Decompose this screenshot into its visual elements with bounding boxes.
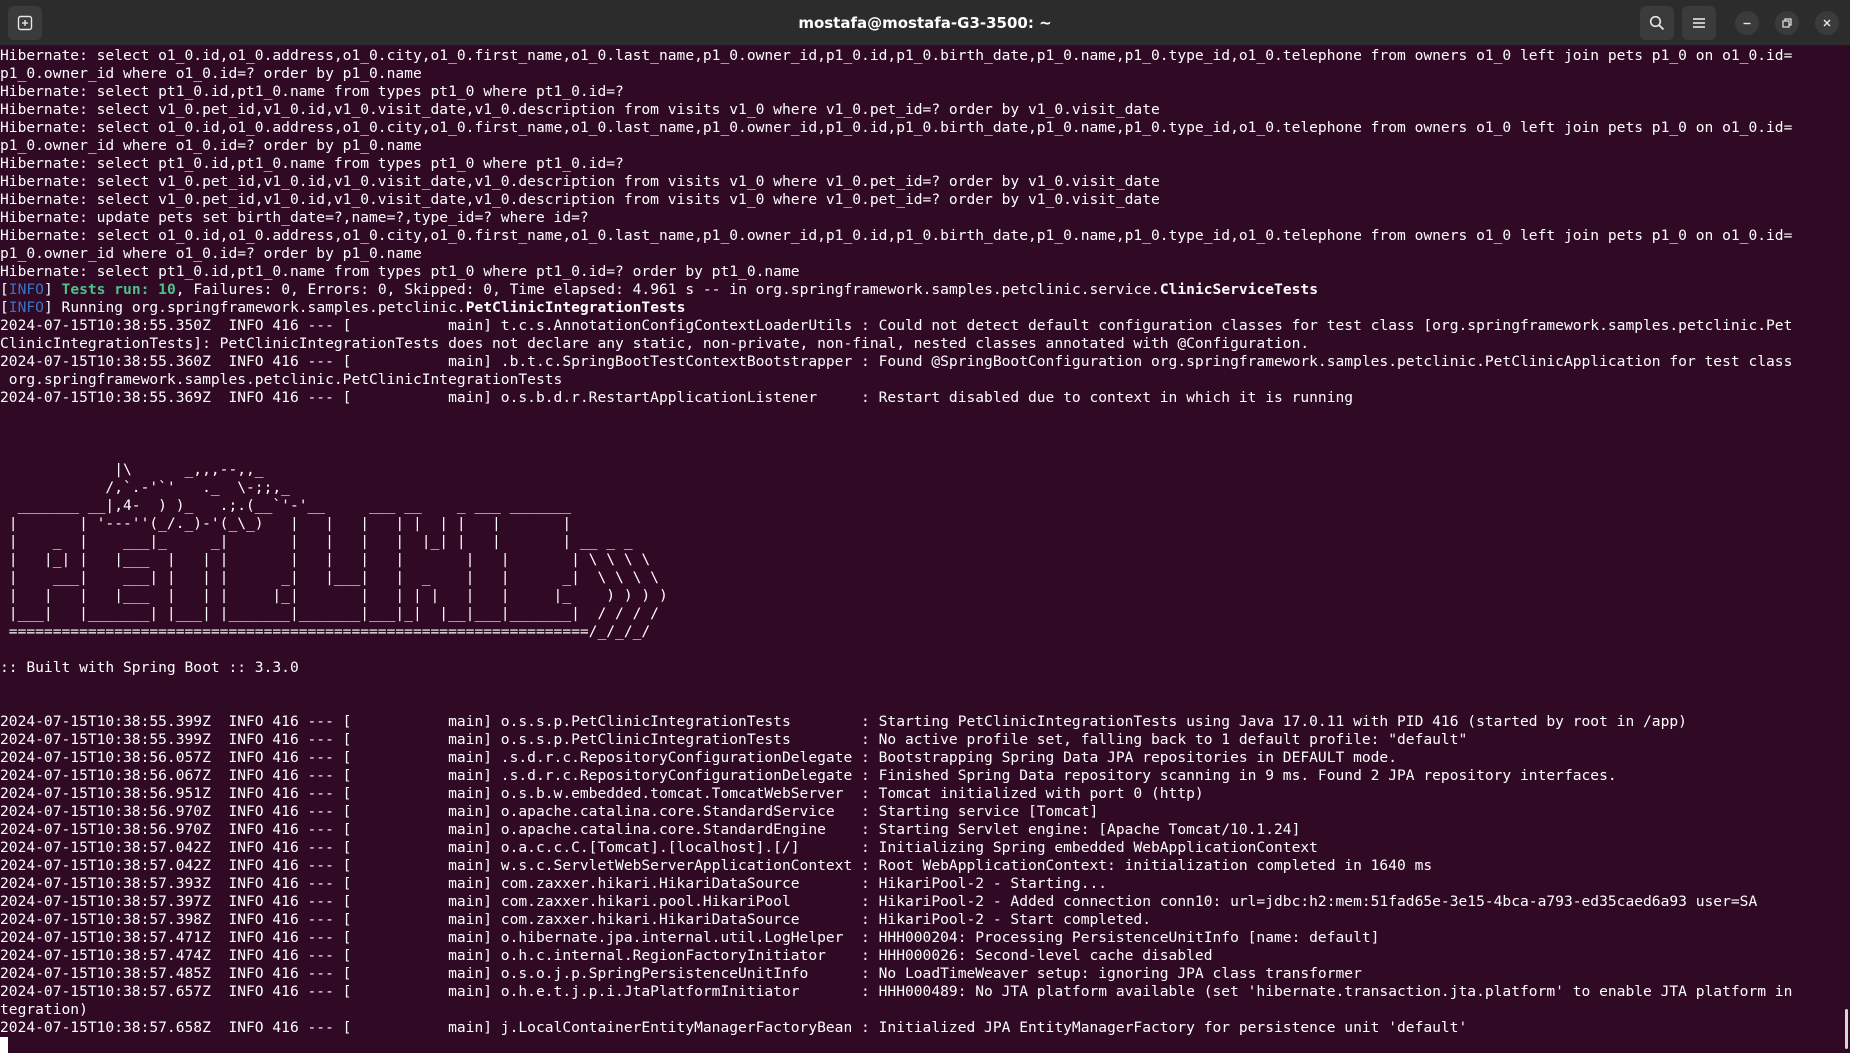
info-tag: INFO <box>8 281 44 298</box>
log-line: 2024-07-15T10:38:57.658Z INFO 416 --- [ … <box>0 1019 1468 1036</box>
log-line: p1_0.owner_id where o1_0.id=? order by p… <box>0 137 422 154</box>
log-line: Hibernate: select v1_0.pet_id,v1_0.id,v1… <box>0 101 1160 118</box>
banner-line: | |_| | |___ | | | | | | | | | | \ \ \ \ <box>0 551 651 568</box>
bracket: ] <box>43 281 62 298</box>
banner-line <box>0 677 1850 695</box>
log-line: 2024-07-15T10:38:57.657Z INFO 416 --- [ … <box>0 983 1793 1000</box>
log-line: Hibernate: select pt1_0.id,pt1_0.name fr… <box>0 263 800 280</box>
minimize-icon <box>1743 22 1751 25</box>
minimize-button[interactable] <box>1735 11 1759 35</box>
log-line: tegration) <box>0 1001 88 1018</box>
log-line: 2024-07-15T10:38:55.350Z INFO 416 --- [ … <box>0 317 1793 334</box>
tests-result-line: [INFO] Tests run: 10, Failures: 0, Error… <box>0 281 1850 299</box>
test-class-name: PetClinicIntegrationTests <box>465 299 686 316</box>
banner-line: | | '---''(_/._)-'(_\_) | | | | | | | | … <box>0 515 572 532</box>
window-title: mostafa@mostafa-G3-3500: ~ <box>798 14 1052 32</box>
search-icon <box>1649 15 1665 31</box>
bracket: [ <box>0 281 9 298</box>
log-line: org.springframework.samples.petclinic.Pe… <box>0 371 563 388</box>
log-line: 2024-07-15T10:38:57.474Z INFO 416 --- [ … <box>0 947 1213 964</box>
context-log-block: 2024-07-15T10:38:55.350Z INFO 416 --- [ … <box>0 317 1850 407</box>
banner-line: | _ | ___|_ _| | | | | |_| | | | __ _ _ <box>0 533 633 550</box>
new-tab-icon <box>17 15 33 31</box>
tests-summary: , Failures: 0, Errors: 0, Skipped: 0, Ti… <box>175 281 1160 298</box>
banner-line: /,`.-'`' ._ \-;;,_ <box>0 479 290 496</box>
log-line: p1_0.owner_id where o1_0.id=? order by p… <box>0 245 422 262</box>
log-line: Hibernate: select o1_0.id,o1_0.address,o… <box>0 47 1793 64</box>
log-line: 2024-07-15T10:38:56.057Z INFO 416 --- [ … <box>0 749 1398 766</box>
log-line: Hibernate: select v1_0.pet_id,v1_0.id,v1… <box>0 191 1160 208</box>
search-button[interactable] <box>1640 6 1674 40</box>
log-line: Hibernate: select v1_0.pet_id,v1_0.id,v1… <box>0 173 1160 190</box>
log-line: 2024-07-15T10:38:55.399Z INFO 416 --- [ … <box>0 713 1687 730</box>
log-line: Hibernate: select o1_0.id,o1_0.address,o… <box>0 227 1793 244</box>
log-line: 2024-07-15T10:38:57.398Z INFO 416 --- [ … <box>0 911 1151 928</box>
info-tag: INFO <box>8 299 44 316</box>
running-line: [INFO] Running org.springframework.sampl… <box>0 299 1850 317</box>
banner-line: |\ _,,,--,,_ <box>0 461 264 478</box>
startup-log-block: 2024-07-15T10:38:55.399Z INFO 416 --- [ … <box>0 713 1850 1037</box>
prompt-line[interactable] <box>0 1037 1850 1053</box>
built-with-line: :: Built with Spring Boot :: 3.3.0 <box>0 659 299 676</box>
log-line: ClinicIntegrationTests]: PetClinicIntegr… <box>0 335 1310 352</box>
log-line: p1_0.owner_id where o1_0.id=? order by p… <box>0 65 422 82</box>
banner-line <box>0 425 1850 443</box>
test-class-name: ClinicServiceTests <box>1159 281 1318 298</box>
log-line: 2024-07-15T10:38:56.970Z INFO 416 --- [ … <box>0 803 1099 820</box>
banner-line <box>0 695 1850 713</box>
terminal-output[interactable]: Hibernate: select o1_0.id,o1_0.address,o… <box>0 47 1850 1053</box>
title-bar: mostafa@mostafa-G3-3500: ~ <box>0 0 1850 46</box>
banner-line <box>0 443 1850 461</box>
log-line: 2024-07-15T10:38:57.042Z INFO 416 --- [ … <box>0 839 1318 856</box>
log-line: 2024-07-15T10:38:56.970Z INFO 416 --- [ … <box>0 821 1301 838</box>
log-line: 2024-07-15T10:38:55.360Z INFO 416 --- [ … <box>0 353 1793 370</box>
maximize-button[interactable] <box>1775 11 1799 35</box>
banner-line: ========================================… <box>0 623 651 640</box>
scrollbar[interactable] <box>1845 1009 1848 1049</box>
log-line: 2024-07-15T10:38:57.485Z INFO 416 --- [ … <box>0 965 1362 982</box>
log-line: 2024-07-15T10:38:57.397Z INFO 416 --- [ … <box>0 893 1758 910</box>
log-line: 2024-07-15T10:38:57.471Z INFO 416 --- [ … <box>0 929 1380 946</box>
banner-line <box>0 407 1850 425</box>
hamburger-menu-icon <box>1693 18 1705 28</box>
log-line: Hibernate: select o1_0.id,o1_0.address,o… <box>0 119 1793 136</box>
log-line: 2024-07-15T10:38:56.067Z INFO 416 --- [ … <box>0 767 1617 784</box>
banner-line: _______ __|,4- ) )_ .;.(__`'-'__ ___ __ … <box>0 497 572 514</box>
hibernate-log-block: Hibernate: select o1_0.id,o1_0.address,o… <box>0 47 1850 281</box>
banner-line <box>0 641 1850 659</box>
close-button[interactable] <box>1815 11 1839 35</box>
log-line: 2024-07-15T10:38:55.369Z INFO 416 --- [ … <box>0 389 1354 406</box>
tests-run-count: Tests run: 10 <box>61 281 176 298</box>
log-line: 2024-07-15T10:38:57.042Z INFO 416 --- [ … <box>0 857 1433 874</box>
spring-banner: |\ _,,,--,,_ /,`.-'`' ._ \-;;,_ _______ … <box>0 407 1850 713</box>
terminal-cursor <box>0 1037 8 1053</box>
bracket: ] <box>43 299 62 316</box>
close-icon <box>1823 19 1831 27</box>
log-line: Hibernate: select pt1_0.id,pt1_0.name fr… <box>0 83 624 100</box>
log-line: Hibernate: select pt1_0.id,pt1_0.name fr… <box>0 155 624 172</box>
banner-line: |___| |_______| |___| |_______|_______|_… <box>0 605 659 622</box>
log-line: 2024-07-15T10:38:55.399Z INFO 416 --- [ … <box>0 731 1468 748</box>
menu-button[interactable] <box>1682 6 1716 40</box>
new-tab-button[interactable] <box>8 6 42 40</box>
banner-line: | | | |___ | | | |_| | | | | | | |_ ) ) … <box>0 587 668 604</box>
running-prefix: Running org.springframework.samples.petc… <box>61 299 466 316</box>
log-line: Hibernate: update pets set birth_date=?,… <box>0 209 589 226</box>
bracket: [ <box>0 299 9 316</box>
maximize-icon <box>1782 18 1792 28</box>
banner-line: | ___| ___| | | | _| |___| | _ | | _| \ … <box>0 569 659 586</box>
log-line: 2024-07-15T10:38:57.393Z INFO 416 --- [ … <box>0 875 1108 892</box>
log-line: 2024-07-15T10:38:56.951Z INFO 416 --- [ … <box>0 785 1204 802</box>
